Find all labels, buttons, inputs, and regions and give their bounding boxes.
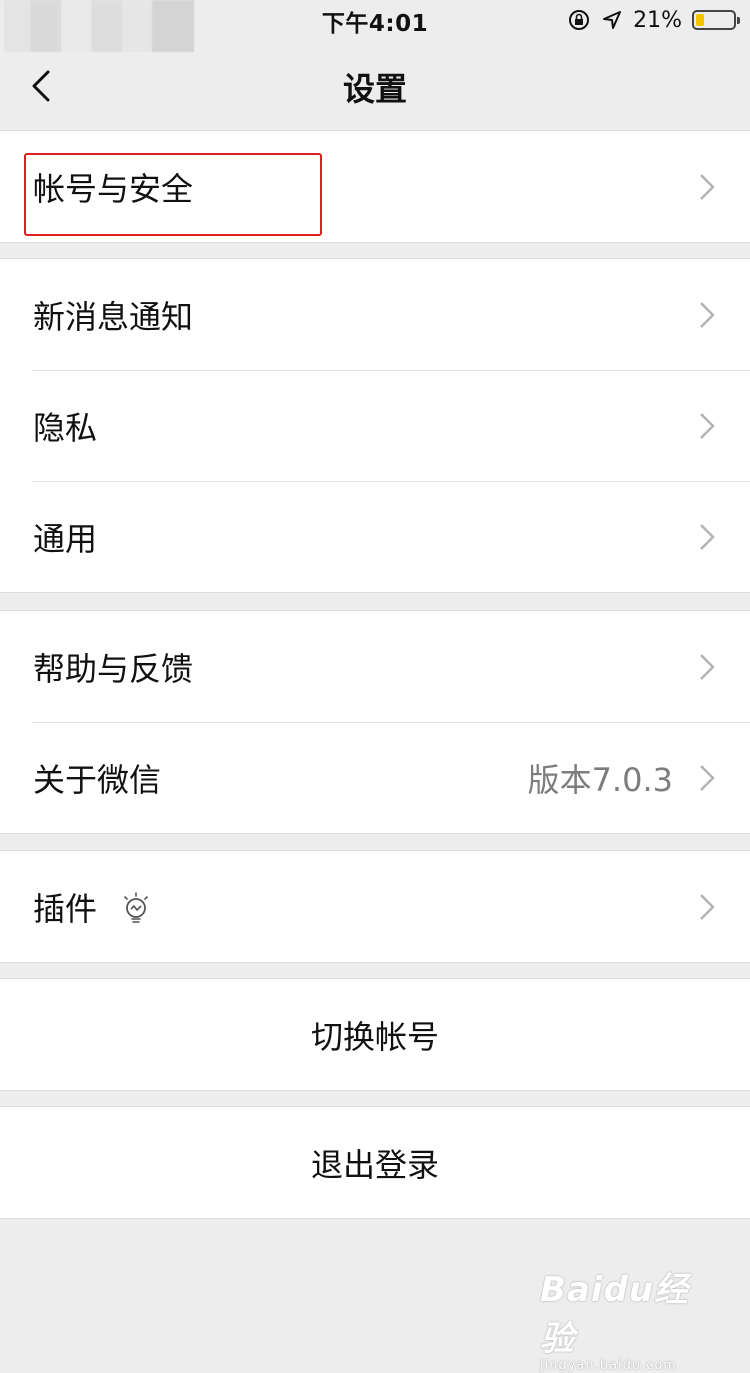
- settings-item-privacy[interactable]: 隐私: [0, 370, 750, 481]
- settings-item-label: 帐号与安全: [33, 169, 194, 208]
- settings-item-label: 通用: [33, 519, 98, 558]
- settings-item-label: 插件: [33, 889, 98, 928]
- logout-group: 退出登录: [0, 1106, 750, 1219]
- switch-account-button[interactable]: 切换帐号: [0, 979, 750, 1090]
- logout-button[interactable]: 退出登录: [0, 1107, 750, 1218]
- settings-item-account-security[interactable]: 帐号与安全: [0, 131, 750, 242]
- switch-account-group: 切换帐号: [0, 978, 750, 1091]
- settings-item-label: 帮助与反馈: [33, 649, 194, 688]
- location-arrow-icon: [603, 11, 622, 29]
- settings-group-plugins: 插件: [0, 850, 750, 963]
- settings-group-account: 帐号与安全: [0, 130, 750, 243]
- watermark-logo-text: Baidu经验: [540, 1270, 690, 1359]
- version-value: 版本7.0.3: [527, 760, 673, 799]
- settings-group-help: 帮助与反馈 关于微信 版本7.0.3: [0, 610, 750, 834]
- settings-item-general[interactable]: 通用: [0, 481, 750, 592]
- page-title: 设置: [342, 70, 407, 108]
- settings-item-notifications[interactable]: 新消息通知: [0, 259, 750, 370]
- chevron-right-icon: [700, 764, 715, 791]
- watermark-url: jingyan.baidu.com: [540, 1358, 677, 1373]
- settings-item-help-feedback[interactable]: 帮助与反馈: [0, 611, 750, 722]
- settings-item-label: 新消息通知: [33, 297, 194, 336]
- settings-item-about[interactable]: 关于微信 版本7.0.3: [0, 722, 750, 833]
- chevron-right-icon: [700, 301, 715, 328]
- settings-item-label: 关于微信: [33, 760, 162, 799]
- lightbulb-icon: [124, 892, 148, 923]
- status-bar: 下午4:01 21%: [0, 0, 750, 52]
- battery-icon: [692, 10, 740, 30]
- baidu-watermark: Baidu经验 jingyan.baidu.com: [540, 1262, 710, 1373]
- chevron-right-icon: [700, 523, 715, 550]
- settings-group-general: 新消息通知 隐私 通用: [0, 258, 750, 593]
- chevron-right-icon: [700, 893, 715, 920]
- settings-item-plugins[interactable]: 插件: [0, 851, 750, 962]
- chevron-right-icon: [700, 653, 715, 680]
- chevron-right-icon: [700, 173, 715, 200]
- settings-item-label: 隐私: [33, 408, 98, 447]
- nav-bar: 设置: [0, 40, 750, 131]
- battery-percent: 21%: [633, 7, 682, 33]
- battery-level: [696, 14, 704, 26]
- rotation-lock-icon: [569, 10, 590, 30]
- status-icons: 21%: [567, 6, 740, 34]
- chevron-right-icon: [700, 412, 715, 439]
